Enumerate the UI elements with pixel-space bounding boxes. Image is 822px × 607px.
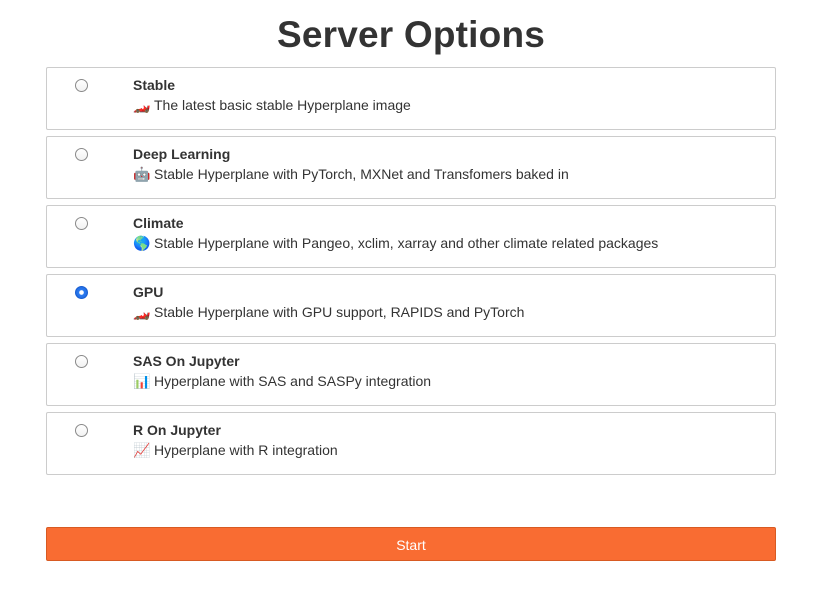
option-description: 🤖 Stable Hyperplane with PyTorch, MXNet a… (133, 166, 569, 183)
page-title: Server Options (276, 14, 546, 55)
option-description: 🏎️ Stable Hyperplane with GPU support, RA… (133, 304, 524, 321)
option-description-text: Stable Hyperplane with GPU support, RAPI… (154, 304, 525, 320)
radio-gpu[interactable] (75, 286, 88, 299)
globe-icon: 🌎 (133, 235, 151, 251)
radio-deep-learning[interactable] (75, 148, 88, 161)
option-climate[interactable]: Climate 🌎 Stable Hyperplane with Pangeo, … (46, 205, 776, 268)
option-description-text: The latest basic stable Hyperplane image (154, 97, 411, 113)
radio-stable[interactable] (75, 79, 88, 92)
option-stable[interactable]: Stable 🏎️ The latest basic stable Hyperpl… (46, 67, 776, 130)
option-description-text: Stable Hyperplane with Pangeo, xclim, xa… (154, 235, 659, 251)
radio-climate[interactable] (75, 217, 88, 230)
radio-r-on-jupyter[interactable] (75, 424, 88, 437)
option-description: 📊 Hyperplane with SAS and SASPy integrati… (133, 373, 431, 390)
option-title: Climate (133, 215, 184, 231)
option-title: SAS On Jupyter (133, 353, 240, 369)
race-car-icon: 🏎️ (133, 304, 151, 320)
option-description: 📈 Hyperplane with R integration (133, 442, 338, 459)
option-gpu[interactable]: GPU 🏎️ Stable Hyperplane with GPU support… (46, 274, 776, 337)
server-options-list: Stable 🏎️ The latest basic stable Hyperpl… (46, 67, 776, 481)
option-description-text: Hyperplane with SAS and SASPy integratio… (154, 373, 432, 389)
option-title: Deep Learning (133, 146, 231, 162)
option-description-text: Stable Hyperplane with PyTorch, MXNet an… (154, 166, 569, 182)
option-description: 🌎 Stable Hyperplane with Pangeo, xclim, x… (133, 235, 658, 252)
radio-sas-on-jupyter[interactable] (75, 355, 88, 368)
line-chart-icon: 📈 (133, 442, 151, 458)
start-button[interactable]: Start (46, 527, 776, 561)
option-deep-learning[interactable]: Deep Learning 🤖 Stable Hyperplane with Py… (46, 136, 776, 199)
robot-icon: 🤖 (133, 166, 151, 182)
option-description: 🏎️ The latest basic stable Hyperplane ima… (133, 97, 411, 114)
option-sas-on-jupyter[interactable]: SAS On Jupyter 📊 Hyperplane with SAS and … (46, 343, 776, 406)
option-title: R On Jupyter (133, 422, 221, 438)
bar-chart-icon: 📊 (133, 373, 151, 389)
option-title: GPU (133, 284, 164, 300)
racetrack-icon: 🏎️ (133, 97, 151, 113)
option-description-text: Hyperplane with R integration (154, 442, 338, 458)
option-r-on-jupyter[interactable]: R On Jupyter 📈 Hyperplane with R integrat… (46, 412, 776, 475)
option-title: Stable (133, 77, 176, 93)
